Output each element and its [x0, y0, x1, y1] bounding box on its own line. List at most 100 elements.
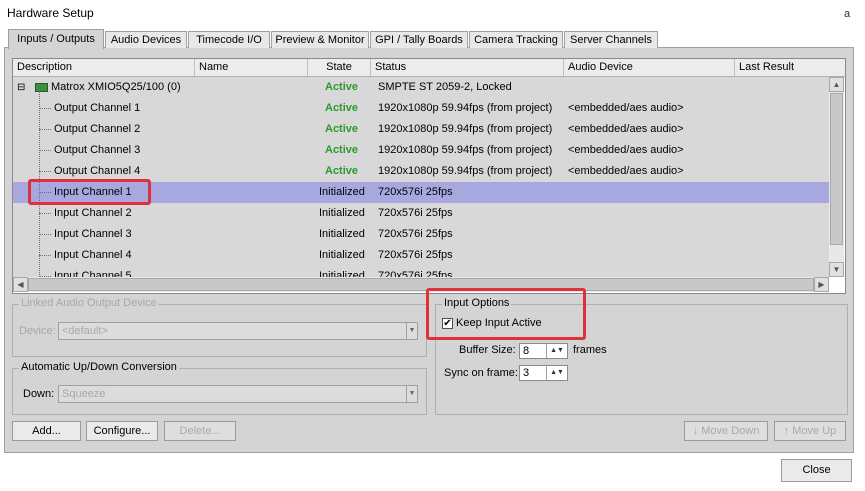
status-cell: 720x576i 25fps	[378, 207, 453, 219]
description-cell: Input Channel 2	[54, 207, 132, 219]
status-cell: 1920x1080p 59.94fps (from project)	[378, 102, 553, 114]
move-up-button[interactable]: ↑ Move Up	[774, 421, 846, 441]
device-select[interactable]: <default> ▼	[58, 322, 418, 340]
table-row[interactable]: Output Channel 2 Active 1920x1080p 59.94…	[13, 119, 829, 140]
tree-connector	[39, 150, 51, 151]
state-cell: Initialized	[319, 270, 365, 277]
buffer-unit-label: frames	[573, 344, 607, 356]
add-button[interactable]: Add...	[12, 421, 81, 441]
state-cell: Active	[325, 144, 359, 156]
sync-on-frame-value: 3	[523, 367, 530, 379]
move-down-label: Move Down	[701, 425, 760, 437]
scroll-left-icon[interactable]: ◀	[13, 277, 28, 292]
status-cell: 720x576i 25fps	[378, 270, 453, 277]
tab-preview-monitor[interactable]: Preview & Monitor	[271, 31, 369, 48]
description-cell: Matrox XMIO5Q25/100 (0)	[51, 81, 181, 93]
close-icon[interactable]: a	[844, 8, 850, 20]
collapse-icon[interactable]: ⊟	[17, 77, 25, 98]
column-header-state[interactable]: State	[308, 59, 371, 76]
audio-device-cell: <embedded/aes audio>	[568, 144, 684, 156]
grid-header: Description Name State Status Audio Devi…	[13, 59, 845, 77]
scrollbar-thumb[interactable]	[830, 93, 843, 245]
audio-device-cell: <embedded/aes audio>	[568, 123, 684, 135]
chevron-down-icon: ▼	[406, 323, 417, 339]
table-row[interactable]: ⊟ Matrox XMIO5Q25/100 (0) Active SMPTE S…	[13, 77, 829, 98]
device-select-value: <default>	[62, 325, 108, 337]
table-row[interactable]: Output Channel 1 Active 1920x1080p 59.94…	[13, 98, 829, 119]
vertical-scrollbar[interactable]: ▲ ▼	[829, 77, 844, 277]
buffer-size-stepper[interactable]: 8 ▲▼	[519, 343, 568, 359]
delete-button[interactable]: Delete...	[164, 421, 236, 441]
tree-connector	[39, 255, 51, 256]
column-header-status[interactable]: Status	[371, 59, 564, 76]
tree-connector	[39, 234, 51, 235]
buffer-size-value: 8	[523, 345, 530, 357]
window-title: Hardware Setup	[7, 6, 94, 20]
state-cell: Initialized	[319, 228, 365, 240]
state-cell: Active	[325, 81, 359, 93]
move-down-button[interactable]: ↓ Move Down	[684, 421, 768, 441]
column-header-description[interactable]: Description	[13, 59, 195, 76]
state-cell: Initialized	[319, 207, 365, 219]
tree-connector	[39, 213, 51, 214]
scroll-down-icon[interactable]: ▼	[829, 262, 844, 277]
close-button[interactable]: Close	[781, 459, 852, 482]
device-label: Device:	[19, 325, 56, 337]
tab-audio-devices[interactable]: Audio Devices	[105, 31, 187, 48]
state-cell: Initialized	[319, 249, 365, 261]
description-cell: Input Channel 5	[54, 270, 132, 277]
group-title: Linked Audio Output Device	[19, 297, 159, 309]
status-cell: SMPTE ST 2059-2, Locked	[378, 81, 512, 93]
device-card-icon	[35, 83, 48, 92]
column-header-last-result[interactable]: Last Result	[735, 59, 845, 76]
tab-gpi-tally[interactable]: GPI / Tally Boards	[370, 31, 468, 48]
highlight-box	[28, 179, 151, 205]
status-cell: 720x576i 25fps	[378, 228, 453, 240]
sync-on-frame-stepper[interactable]: 3 ▲▼	[519, 365, 568, 381]
column-header-name[interactable]: Name	[195, 59, 308, 76]
scroll-right-icon[interactable]: ▶	[814, 277, 829, 292]
state-cell: Initialized	[319, 186, 365, 198]
down-conversion-select[interactable]: Squeeze ▼	[58, 385, 418, 403]
table-row[interactable]: Input Channel 2 Initialized 720x576i 25f…	[13, 203, 829, 224]
scroll-up-icon[interactable]: ▲	[829, 77, 844, 92]
table-row[interactable]: Output Channel 3 Active 1920x1080p 59.94…	[13, 140, 829, 161]
description-cell: Input Channel 4	[54, 249, 132, 261]
state-cell: Active	[325, 102, 359, 114]
tree-connector	[39, 129, 51, 130]
table-row[interactable]: Input Channel 3 Initialized 720x576i 25f…	[13, 224, 829, 245]
description-cell: Input Channel 3	[54, 228, 132, 240]
table-row[interactable]: Input Channel 5 Initialized 720x576i 25f…	[13, 266, 829, 277]
audio-device-cell: <embedded/aes audio>	[568, 102, 684, 114]
horizontal-scrollbar[interactable]: ◀ ▶	[13, 277, 829, 292]
tree-connector	[39, 171, 51, 172]
highlight-box	[426, 288, 586, 340]
linked-audio-group: Linked Audio Output Device Device: <defa…	[12, 297, 427, 357]
description-cell: Output Channel 3	[54, 144, 141, 156]
conversion-group: Automatic Up/Down Conversion Down: Squee…	[12, 361, 427, 415]
tab-server-channels[interactable]: Server Channels	[564, 31, 658, 48]
move-down-icon: ↓	[692, 425, 702, 437]
status-cell: 1920x1080p 59.94fps (from project)	[378, 165, 553, 177]
column-header-audio-device[interactable]: Audio Device	[564, 59, 735, 76]
spin-arrows-icon[interactable]: ▲▼	[546, 366, 567, 380]
grid-rows: ⊟ Matrox XMIO5Q25/100 (0) Active SMPTE S…	[13, 77, 829, 277]
state-cell: Active	[325, 123, 359, 135]
group-title: Automatic Up/Down Conversion	[19, 361, 179, 373]
tree-connector	[39, 108, 51, 109]
sync-on-frame-label: Sync on frame:	[444, 367, 518, 379]
buffer-size-label: Buffer Size:	[459, 344, 516, 356]
move-up-icon: ↑	[783, 425, 793, 437]
description-cell: Output Channel 2	[54, 123, 141, 135]
spin-arrows-icon[interactable]: ▲▼	[546, 344, 567, 358]
down-label: Down:	[23, 388, 55, 400]
tab-inputs-outputs[interactable]: Inputs / Outputs	[8, 29, 104, 49]
table-row[interactable]: Input Channel 4 Initialized 720x576i 25f…	[13, 245, 829, 266]
tab-timecode-io[interactable]: Timecode I/O	[188, 31, 270, 48]
description-cell: Output Channel 1	[54, 102, 141, 114]
state-cell: Active	[325, 165, 359, 177]
configure-button[interactable]: Configure...	[86, 421, 158, 441]
tab-camera-tracking[interactable]: Camera Tracking	[469, 31, 563, 48]
scrollbar-thumb[interactable]	[28, 278, 814, 291]
status-cell: 1920x1080p 59.94fps (from project)	[378, 144, 553, 156]
